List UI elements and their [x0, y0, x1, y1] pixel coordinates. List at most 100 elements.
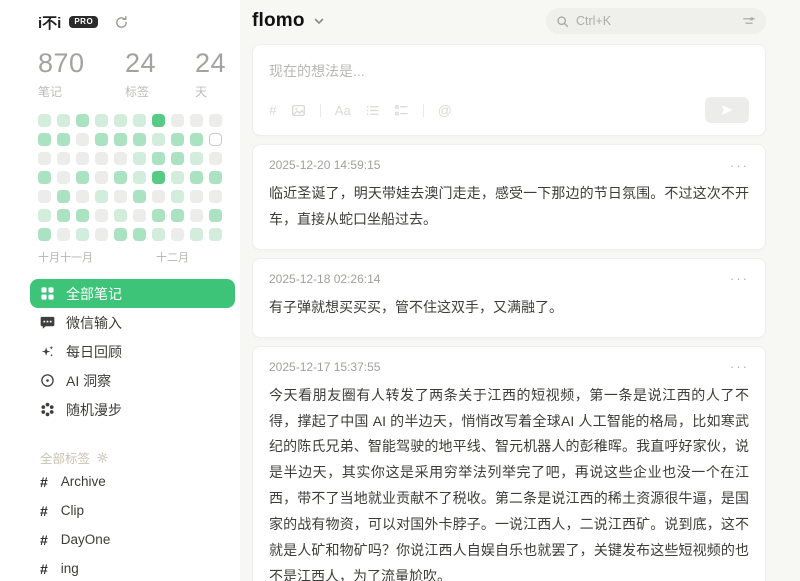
heatmap-cell[interactable]: [57, 133, 70, 146]
sidebar-item-all-notes[interactable]: 全部笔记: [30, 279, 235, 308]
heatmap-cell[interactable]: [76, 228, 89, 241]
bullet-list-icon[interactable]: [365, 103, 380, 118]
stat-tags-value: 24: [125, 48, 195, 79]
heatmap-cell[interactable]: [38, 152, 51, 165]
heatmap-cell[interactable]: [209, 171, 222, 184]
heatmap-cell[interactable]: [95, 171, 108, 184]
sidebar-item-random-walk[interactable]: 随机漫步: [30, 395, 235, 424]
ordered-list-icon[interactable]: [394, 103, 409, 118]
heatmap-cell[interactable]: [133, 190, 146, 203]
sidebar-tag-ing[interactable]: # ing: [40, 554, 240, 581]
heatmap-cell[interactable]: [209, 114, 222, 127]
heatmap-cell[interactable]: [76, 190, 89, 203]
heatmap-cell[interactable]: [171, 228, 184, 241]
heatmap-cell[interactable]: [152, 190, 165, 203]
heatmap-cell[interactable]: [76, 171, 89, 184]
heatmap-cell[interactable]: [57, 171, 70, 184]
heatmap-cell[interactable]: [57, 209, 70, 222]
heatmap-cell[interactable]: [171, 133, 184, 146]
heatmap-cell[interactable]: [38, 190, 51, 203]
sync-icon[interactable]: [114, 15, 129, 30]
heatmap-cell[interactable]: [114, 190, 127, 203]
heatmap-cell[interactable]: [152, 133, 165, 146]
sidebar-tag-archive[interactable]: # Archive: [40, 467, 240, 496]
heatmap-cell[interactable]: [190, 114, 203, 127]
more-options-icon[interactable]: ···: [730, 272, 749, 285]
heatmap-cell[interactable]: [76, 114, 89, 127]
heatmap-cell[interactable]: [95, 152, 108, 165]
heatmap-cell[interactable]: [133, 228, 146, 241]
heatmap-cell[interactable]: [114, 133, 127, 146]
heatmap-cell[interactable]: [133, 114, 146, 127]
heatmap-cell[interactable]: [190, 152, 203, 165]
heatmap-cell[interactable]: [133, 133, 146, 146]
heatmap-cell[interactable]: [114, 171, 127, 184]
sidebar-tag-dayone[interactable]: # DayOne: [40, 525, 240, 554]
heatmap-cell[interactable]: [152, 171, 165, 184]
search-input[interactable]: Ctrl+K: [546, 8, 766, 34]
heatmap-cell[interactable]: [57, 114, 70, 127]
filter-icon[interactable]: [742, 14, 756, 28]
heatmap-cell[interactable]: [171, 114, 184, 127]
heatmap-cell[interactable]: [114, 114, 127, 127]
heatmap-cell[interactable]: [190, 209, 203, 222]
heatmap-cell[interactable]: [133, 209, 146, 222]
heatmap-cell[interactable]: [95, 133, 108, 146]
heatmap-cell[interactable]: [38, 114, 51, 127]
text-format-icon[interactable]: Aa: [335, 104, 351, 117]
heatmap-cell[interactable]: [38, 171, 51, 184]
heatmap-cell[interactable]: [133, 152, 146, 165]
more-options-icon[interactable]: ···: [730, 159, 749, 172]
heatmap-cell[interactable]: [190, 171, 203, 184]
note-editor[interactable]: 现在的想法是... # Aa: [252, 44, 766, 136]
heatmap-cell[interactable]: [114, 152, 127, 165]
heatmap-cell[interactable]: [95, 228, 108, 241]
sidebar-item-daily-review[interactable]: 每日回顾: [30, 337, 235, 366]
workspace-switcher[interactable]: flomo: [252, 10, 325, 32]
heatmap-cell[interactable]: [190, 133, 203, 146]
heatmap-cell[interactable]: [76, 133, 89, 146]
heatmap-cell[interactable]: [95, 190, 108, 203]
heatmap-cell[interactable]: [190, 190, 203, 203]
heatmap-cell[interactable]: [171, 190, 184, 203]
heatmap-cell-today[interactable]: [209, 133, 222, 146]
heatmap-cell[interactable]: [152, 228, 165, 241]
heatmap-cell[interactable]: [152, 152, 165, 165]
heatmap-cell[interactable]: [171, 171, 184, 184]
heatmap-cell[interactable]: [114, 228, 127, 241]
heatmap-cell[interactable]: [38, 228, 51, 241]
heatmap-cell[interactable]: [209, 190, 222, 203]
tags-header[interactable]: 全部标签: [40, 448, 240, 467]
heatmap-cell[interactable]: [57, 190, 70, 203]
sidebar-item-ai-insight[interactable]: AI 洞察: [30, 366, 235, 395]
heatmap-cell[interactable]: [95, 114, 108, 127]
heatmap-cell[interactable]: [152, 114, 165, 127]
heatmap-cell[interactable]: [76, 209, 89, 222]
send-button[interactable]: [705, 97, 749, 123]
heatmap-cell[interactable]: [190, 228, 203, 241]
stat-tags: 24 标签: [125, 48, 195, 100]
tag-settings-gear-icon[interactable]: [97, 452, 108, 463]
heatmap-cell[interactable]: [38, 209, 51, 222]
heatmap-cell[interactable]: [95, 209, 108, 222]
heatmap-cell[interactable]: [114, 209, 127, 222]
heatmap-cell[interactable]: [209, 228, 222, 241]
heatmap-cell[interactable]: [171, 152, 184, 165]
heatmap-cell[interactable]: [38, 133, 51, 146]
sidebar-tag-clip[interactable]: # Clip: [40, 496, 240, 525]
image-insert-icon[interactable]: [291, 103, 306, 118]
heatmap-cell[interactable]: [57, 228, 70, 241]
tag-insert-icon[interactable]: #: [269, 103, 277, 117]
heatmap-cell[interactable]: [152, 209, 165, 222]
sidebar-item-wechat-input[interactable]: 微信输入: [30, 308, 235, 337]
heatmap-cell[interactable]: [171, 209, 184, 222]
heatmap-cell[interactable]: [133, 171, 146, 184]
heatmap-grid: [38, 114, 222, 241]
heatmap-cell[interactable]: [57, 152, 70, 165]
more-options-icon[interactable]: ···: [730, 360, 749, 373]
heatmap-cell[interactable]: [209, 209, 222, 222]
heatmap-cell[interactable]: [209, 152, 222, 165]
note-header: 2025-12-17 15:37:55 ···: [269, 360, 749, 374]
mention-icon[interactable]: @: [438, 103, 452, 117]
heatmap-cell[interactable]: [76, 152, 89, 165]
